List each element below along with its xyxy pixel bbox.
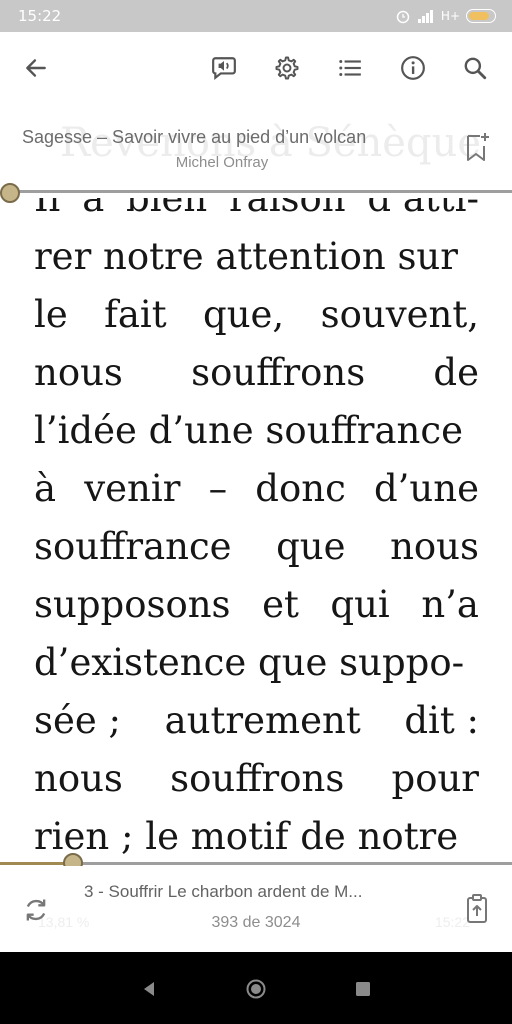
list-icon[interactable] [332, 50, 368, 86]
text-line: nous souffrons de [34, 344, 479, 402]
text-word: dit : [404, 699, 479, 742]
text-word: Il [34, 177, 61, 220]
text-word: d’existence que suppo- [34, 641, 465, 684]
text-line: à venir – donc d’une [34, 460, 479, 518]
text-word: et [262, 583, 299, 626]
text-line: souffrance que nous [34, 518, 479, 576]
top-position-track[interactable] [10, 190, 512, 193]
text-word: supposons [34, 583, 231, 626]
text-word: le [34, 293, 68, 336]
text-word: d’atti- [367, 177, 479, 220]
text-word: nous [390, 525, 479, 568]
text-word: souffrons [170, 757, 345, 800]
text-word: d’une [373, 467, 479, 510]
status-bar: 15:22 H+ [0, 0, 512, 32]
text-word: souffrons [191, 351, 366, 394]
battery-level [469, 12, 489, 20]
text-word: l’idée d’une souffrance [34, 409, 464, 452]
text-word: que, [203, 293, 285, 336]
text-line: supposons et qui n’a [34, 576, 479, 634]
text-word: que [276, 525, 346, 568]
book-author: Michel Onfray [175, 154, 269, 171]
text-word: de [433, 351, 479, 394]
text-word: rien ; le motif de notre [34, 815, 459, 858]
text-line: l’idée d’une souffrance [34, 402, 479, 460]
book-title: Sagesse – Savoir vivre au pied d’un volc… [22, 127, 367, 147]
text-word: bien [125, 177, 208, 220]
speak-icon[interactable] [206, 50, 242, 86]
text-word: donc [255, 467, 346, 510]
text-line: rer notre attention sur [34, 228, 479, 286]
text-line: rien ; le motif de notre [34, 808, 479, 860]
text-word: pour [391, 757, 479, 800]
chapter-title[interactable]: 3 - Souffrir Le charbon ardent de M... [84, 882, 362, 902]
reader-toolbar [0, 32, 512, 104]
battery-icon [466, 9, 496, 23]
status-icons: H+ [395, 7, 496, 25]
text-word: autrement [164, 699, 361, 742]
text-word: n’a [421, 583, 479, 626]
network-type: H+ [440, 9, 460, 23]
text-word: sée ; [34, 699, 122, 742]
text-word: souvent, [320, 293, 479, 336]
page-count: 393 de 3024 [211, 914, 301, 931]
text-word: souffrance [34, 525, 232, 568]
text-line: nous souffrons pour [34, 750, 479, 808]
home-nav-icon[interactable] [245, 978, 267, 1000]
text-line: le fait que, souvent, [34, 286, 479, 344]
text-word: qui [330, 583, 390, 626]
text-word: nous [34, 757, 123, 800]
text-word: venir [84, 467, 181, 510]
alarm-icon [396, 10, 410, 24]
text-line: d’existence que suppo- [34, 634, 479, 692]
text-word: fait [104, 293, 167, 336]
bookmark-add-icon[interactable] [466, 132, 490, 162]
gear-icon[interactable] [269, 50, 305, 86]
back-arrow-icon[interactable] [18, 50, 54, 86]
text-word: à [34, 467, 57, 510]
clipboard-export-icon[interactable] [466, 894, 488, 924]
search-icon[interactable] [457, 50, 493, 86]
reader-footer: 13,81 % 15:22 3 - Souffrir Le charbon ar… [0, 866, 512, 952]
text-word: raison [228, 177, 346, 220]
top-position-handle[interactable] [0, 183, 20, 203]
text-word: rer notre attention sur [34, 235, 458, 278]
text-lines: rer notre attention sur le fait que, souvent… [34, 228, 479, 860]
signal-icon [417, 10, 433, 23]
page-text[interactable]: Il a bien raison d’atti- rer notre attention… [34, 170, 479, 860]
text-word: a [82, 177, 105, 220]
partial-text-line: Il a bien raison d’atti- [34, 177, 479, 228]
recents-nav-icon[interactable] [352, 978, 374, 1000]
info-icon[interactable] [395, 50, 431, 86]
text-word: nous [34, 351, 123, 394]
status-time: 15:22 [18, 7, 62, 25]
system-nav-bar [0, 952, 512, 1024]
text-word: – [208, 467, 228, 510]
back-nav-icon[interactable] [138, 978, 160, 1000]
text-line: sée ; autrement dit : [34, 692, 479, 750]
progress-fill [0, 862, 70, 865]
